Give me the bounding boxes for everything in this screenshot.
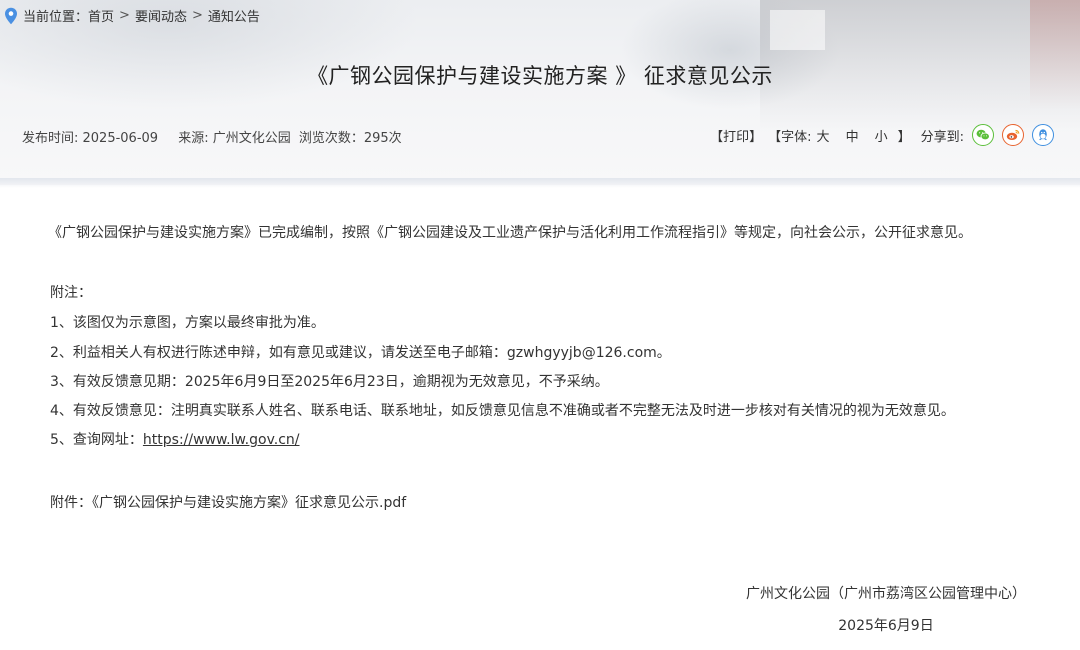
share-wechat-button[interactable] [972,124,994,146]
wechat-icon [976,129,990,141]
article-meta: 发布时间: 2025-06-09 来源: 广州文化公园 浏览次数：295次 [22,127,406,146]
query-prefix: 5、查询网址： [50,432,143,448]
page: 当前位置： 首页 > 要闻动态 > 通知公告 《广钢公园保护与建设实施方案 》 … [0,0,1080,650]
share-weibo-button[interactable] [1002,124,1024,146]
location-pin-icon [5,7,17,24]
share-qq-button[interactable] [1032,124,1054,146]
print-button[interactable]: 【打印】 [710,126,762,145]
share-label: 分享到: [920,129,964,145]
font-size-close: 】 [897,129,911,145]
breadcrumb: 当前位置： 首页 > 要闻动态 > 通知公告 [4,6,260,25]
note-item: 2、利益相关人有权进行陈述申辩，如有意见或建议，请发送至电子邮箱：gzwhgyy… [50,345,671,361]
breadcrumb-notices[interactable]: 通知公告 [208,6,260,25]
note-item-query: 5、查询网址：https://www.lw.gov.cn/ [50,429,300,449]
query-url-link[interactable]: https://www.lw.gov.cn/ [143,432,300,448]
qq-icon [1039,129,1047,141]
breadcrumb-news[interactable]: 要闻动态 [135,6,187,25]
font-medium-button[interactable]: 中 [846,126,859,145]
note-item: 3、有效反馈意见期：2025年6月9日至2025年6月23日，逾期视为无效意见，… [50,374,609,390]
view-count: 浏览次数：295次 [298,131,402,146]
page-title: 《广钢公园保护与建设实施方案 》 征求意见公示 [307,64,773,88]
note-item: 4、有效反馈意见：注明真实联系人姓名、联系电话、联系地址，如反馈意见信息不准确或… [50,403,955,419]
note-heading: 附注： [50,285,92,301]
breadcrumb-separator: > [191,8,203,23]
signature: 广州文化公园（广州市荔湾区公园管理中心） 2025年6月9日 [746,583,1026,635]
signature-date: 2025年6月9日 [838,618,934,634]
intro-paragraph: 《广钢公园保护与建设实施方案》已完成编制，按照《广钢公园建设及工业遗产保护与活化… [48,225,972,241]
note-item: 1、该图仅为示意图，方案以最终审批为准。 [50,315,325,331]
publish-time: 发布时间: 2025-06-09 [22,131,159,146]
font-small-button[interactable]: 小 [875,126,888,145]
weibo-icon [1006,129,1020,140]
article-toolbar: 【打印】 【字体: 大 中 小 】 分享到: [708,124,1054,146]
breadcrumb-separator: > [119,8,130,23]
font-large-button[interactable]: 大 [817,126,830,145]
signature-org: 广州文化公园（广州市荔湾区公园管理中心） [746,586,1026,602]
breadcrumb-label: 当前位置： [23,10,89,25]
header-background [0,0,1080,185]
source: 来源: 广州文化公园 [178,131,291,146]
attachment-link[interactable]: 附件：《广钢公园保护与建设实施方案》征求意见公示.pdf [50,492,406,512]
breadcrumb-home[interactable]: 首页 [88,6,114,25]
header-divider [0,178,1080,188]
font-size-label: 【字体: [768,129,812,145]
